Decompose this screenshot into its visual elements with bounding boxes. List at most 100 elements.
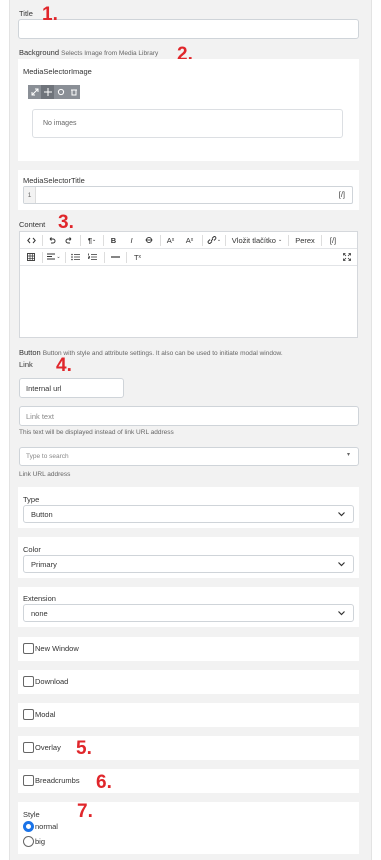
annotation-4: 4.	[56, 355, 72, 376]
strikethrough-icon[interactable]	[140, 232, 157, 248]
undo-icon[interactable]	[43, 232, 60, 248]
subscript-icon[interactable]: Ax	[180, 232, 199, 248]
extension-card: Extension none	[18, 587, 359, 627]
button-label: Button	[19, 348, 41, 357]
download-card	[18, 670, 359, 694]
style-big-label: big	[35, 837, 46, 846]
chevron-down-icon	[338, 512, 345, 517]
extension-value: none	[31, 608, 48, 618]
breadcrumbs-label: Breadcrumbs	[35, 776, 80, 785]
expand-icon[interactable]: [/]	[339, 190, 345, 199]
background-label: Background	[19, 48, 60, 57]
type-card: Type Button	[18, 487, 359, 528]
color-value: Primary	[31, 559, 57, 569]
radio-big[interactable]	[23, 836, 34, 847]
link-text-placeholder: Link text	[26, 411, 54, 421]
numbered-list-icon[interactable]	[84, 249, 101, 265]
source-code-button[interactable]: [/]	[322, 232, 344, 248]
style-label: Style	[23, 810, 40, 819]
bold-icon[interactable]: B	[104, 232, 123, 248]
editor-toolbar-row-1: ¶ ⌄ B I Ax Ax ⌄ Vložit tlačítko ⌄ Perex [/…	[20, 232, 357, 249]
chevron-down-icon	[338, 562, 345, 567]
media-selector-card: MediaSelectorImage No images	[18, 59, 359, 161]
extension-label: Extension	[23, 594, 56, 603]
overlay-checkbox-row[interactable]: Overlay	[23, 742, 61, 753]
align-left-icon[interactable]: ⌄	[43, 249, 65, 265]
background-label-row: Background Selects Image from Media Libr…	[19, 48, 158, 57]
search-placeholder: Type to search	[26, 453, 69, 460]
rich-text-editor: ¶ ⌄ B I Ax Ax ⌄ Vložit tlačítko ⌄ Perex [/…	[19, 231, 358, 338]
link-text-input[interactable]: Link text	[19, 406, 359, 426]
horizontal-rule-icon[interactable]	[105, 249, 126, 265]
style-option-big[interactable]: big	[23, 836, 45, 847]
type-select[interactable]: Button	[23, 505, 354, 523]
link-text-help: This text will be displayed instead of l…	[19, 429, 174, 436]
link-icon[interactable]	[54, 85, 67, 99]
link-label: Link	[19, 360, 33, 369]
annotation-7: 7.	[77, 801, 93, 822]
editor-toolbar-row-2: ⌄ Tx	[20, 249, 357, 266]
media-title-label: MediaSelectorTitle	[23, 176, 85, 185]
color-card: Color Primary	[18, 537, 359, 578]
clear-format-icon[interactable]: Tx	[127, 249, 148, 265]
link-insert-icon[interactable]: ⌄	[203, 232, 225, 248]
title-input[interactable]	[18, 19, 359, 39]
superscript-icon[interactable]: Ax	[161, 232, 180, 248]
color-select[interactable]: Primary	[23, 555, 354, 573]
fullscreen-icon[interactable]	[337, 249, 357, 265]
link-type-input[interactable]: Internal url	[19, 378, 124, 398]
content-label: Content	[19, 220, 46, 229]
breadcrumbs-checkbox-row[interactable]: Breadcrumbs	[23, 775, 80, 786]
paragraph-icon[interactable]: ¶ ⌄	[81, 232, 103, 248]
download-label: Download	[35, 677, 69, 686]
perex-button[interactable]: Perex	[289, 232, 321, 248]
overlay-label: Overlay	[35, 743, 61, 752]
title-label: Title	[19, 9, 33, 18]
insert-button-label: Vložit tlačítko	[231, 235, 276, 245]
no-images-box[interactable]: No images	[32, 109, 343, 138]
type-label: Type	[23, 495, 40, 504]
modal-checkbox-row[interactable]: Modal	[23, 709, 55, 720]
search-caret-icon: ▾	[346, 452, 350, 458]
media-title-editor[interactable]: 1 [/]	[23, 186, 353, 204]
background-help: Selects Image from Media Library	[61, 50, 159, 57]
button-help: Button with style and attribute settings…	[42, 350, 283, 357]
style-option-normal[interactable]: normal	[23, 821, 58, 832]
redo-icon[interactable]	[60, 232, 77, 248]
trash-icon[interactable]	[67, 85, 80, 99]
type-value: Button	[31, 509, 53, 519]
annotation-5: 5.	[76, 738, 92, 759]
resize-icon[interactable]	[28, 85, 41, 99]
overlay-checkbox[interactable]	[23, 742, 34, 753]
annotation-6: 6.	[96, 772, 112, 793]
new-window-checkbox-row[interactable]: New Window	[23, 643, 79, 654]
style-normal-label: normal	[35, 822, 58, 831]
editor-content-area[interactable]	[20, 267, 357, 337]
link-url-search[interactable]: Type to search ▾	[19, 447, 359, 466]
line-number: 1	[24, 187, 36, 203]
new-window-checkbox[interactable]	[23, 643, 34, 654]
download-checkbox[interactable]	[23, 676, 34, 687]
radio-normal[interactable]	[23, 821, 34, 832]
color-label: Color	[23, 545, 41, 554]
style-card: Style normal big	[18, 802, 359, 854]
italic-icon[interactable]: I	[123, 232, 140, 248]
download-checkbox-row[interactable]: Download	[23, 676, 68, 687]
chevron-down-icon	[338, 611, 345, 616]
move-icon[interactable]	[41, 85, 54, 99]
table-icon[interactable]	[20, 249, 42, 265]
media-title-card: MediaSelectorTitle 1 [/]	[18, 170, 359, 210]
bullet-list-icon[interactable]	[66, 249, 84, 265]
link-url-help: Link URL address	[19, 471, 71, 478]
annotation-1: 1.	[42, 4, 58, 25]
media-selector-label: MediaSelectorImage	[23, 67, 92, 76]
overlay-card	[18, 736, 359, 760]
extension-select[interactable]: none	[23, 604, 354, 622]
breadcrumbs-checkbox[interactable]	[23, 775, 34, 786]
new-window-label: New Window	[35, 644, 79, 653]
media-toolbar	[28, 85, 80, 99]
code-icon[interactable]	[20, 232, 42, 248]
insert-button-dropdown[interactable]: Vložit tlačítko ⌄	[226, 232, 288, 248]
modal-checkbox[interactable]	[23, 709, 34, 720]
modal-card	[18, 703, 359, 727]
